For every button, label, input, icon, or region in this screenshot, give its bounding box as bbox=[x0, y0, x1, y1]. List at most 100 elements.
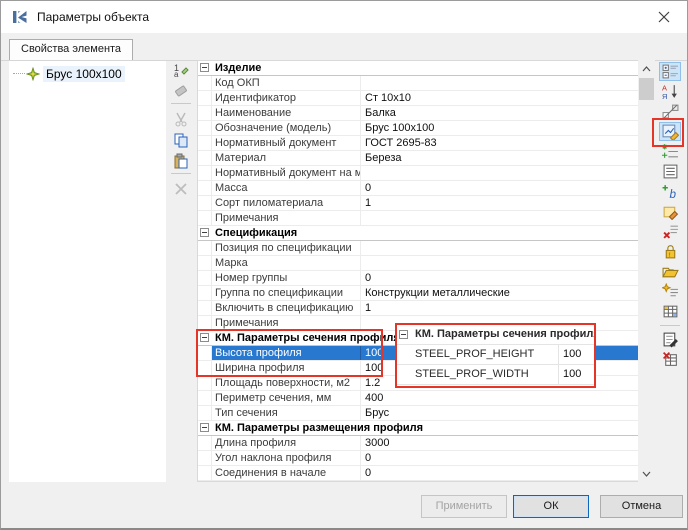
grid-property-row[interactable]: Группа по спецификацииКонструкции металл… bbox=[198, 286, 638, 301]
delete-table-icon[interactable] bbox=[659, 350, 681, 369]
row-expander-cell bbox=[198, 301, 212, 315]
copy-icon[interactable] bbox=[171, 131, 191, 149]
row-expander-cell bbox=[198, 76, 212, 90]
property-value[interactable] bbox=[361, 166, 638, 180]
grid-property-row[interactable]: Длина профиля3000 bbox=[198, 436, 638, 451]
edit-attribute-icon[interactable] bbox=[659, 202, 681, 221]
property-value[interactable]: 0 bbox=[361, 181, 638, 195]
row-expander-cell[interactable] bbox=[198, 421, 212, 435]
property-label: Код ОКП bbox=[212, 76, 361, 90]
row-expander-cell bbox=[198, 271, 212, 285]
tab-element-properties[interactable]: Свойства элемента bbox=[9, 39, 133, 60]
property-value[interactable] bbox=[361, 76, 638, 90]
property-value[interactable]: 0 bbox=[361, 271, 638, 285]
insert-table-icon[interactable] bbox=[659, 302, 681, 321]
delete-icon[interactable] bbox=[171, 180, 191, 198]
collapse-minus-icon[interactable] bbox=[200, 63, 209, 72]
tag-icon[interactable] bbox=[171, 82, 191, 100]
row-expander-cell bbox=[198, 121, 212, 135]
lock-icon[interactable]: ! bbox=[659, 242, 681, 261]
property-value[interactable]: 400 bbox=[361, 391, 638, 405]
annotation-overlay-grid: КМ. Параметры сечения профиляSTEEL_PROF_… bbox=[395, 323, 596, 388]
property-value[interactable]: 0 bbox=[361, 451, 638, 465]
toolbar-divider bbox=[660, 325, 680, 326]
edit-table-icon[interactable] bbox=[659, 330, 681, 349]
ok-button[interactable]: ОК bbox=[513, 495, 589, 518]
grid-property-row[interactable]: Включить в спецификацию1 bbox=[198, 301, 638, 316]
close-button[interactable] bbox=[641, 1, 687, 33]
property-label: Примечания bbox=[212, 211, 361, 225]
property-value[interactable] bbox=[361, 256, 638, 270]
grid-property-row[interactable]: Тип сеченияБрус bbox=[198, 406, 638, 421]
grid-property-row[interactable]: Угол наклона профиля0 bbox=[198, 451, 638, 466]
grid-property-row[interactable]: Масса0 bbox=[198, 181, 638, 196]
grid-property-row[interactable]: Соединения в начале0 bbox=[198, 466, 638, 481]
scroll-up-icon[interactable] bbox=[638, 60, 655, 77]
property-value[interactable]: ГОСТ 2695-83 bbox=[361, 136, 638, 150]
property-value[interactable]: Конструкции металлические bbox=[361, 286, 638, 300]
overlay-property-value: 100 bbox=[558, 345, 594, 364]
property-value[interactable]: Брус 100x100 bbox=[361, 121, 638, 135]
grid-property-row[interactable]: Марка bbox=[198, 256, 638, 271]
scroll-down-icon[interactable] bbox=[638, 465, 655, 482]
grid-section-row[interactable]: КМ. Параметры размещения профиля bbox=[198, 421, 638, 436]
cancel-button[interactable]: Отмена bbox=[600, 495, 683, 518]
grid-property-row[interactable]: Номер группы0 bbox=[198, 271, 638, 286]
sort-alphabetical-icon[interactable]: АЯ bbox=[659, 82, 681, 101]
property-value[interactable]: 1 bbox=[361, 301, 638, 315]
scrollbar-thumb[interactable] bbox=[639, 78, 654, 100]
property-value[interactable]: Брус bbox=[361, 406, 638, 420]
grid-property-row[interactable]: НаименованиеБалка bbox=[198, 106, 638, 121]
row-expander-cell bbox=[198, 451, 212, 465]
grid-property-row[interactable]: ИдентификаторСт 10x10 bbox=[198, 91, 638, 106]
grid-section-row[interactable]: Изделие bbox=[198, 61, 638, 76]
property-value[interactable]: 3000 bbox=[361, 436, 638, 450]
grid-property-row[interactable]: Обозначение (модель)Брус 100x100 bbox=[198, 121, 638, 136]
property-value[interactable]: 0 bbox=[361, 466, 638, 480]
grid-property-row[interactable]: МатериалБереза bbox=[198, 151, 638, 166]
row-expander-cell[interactable] bbox=[198, 61, 212, 75]
property-label: Обозначение (модель) bbox=[212, 121, 361, 135]
apply-button[interactable]: Применить bbox=[421, 495, 507, 518]
property-label: Примечания bbox=[212, 316, 361, 330]
property-label: Позиция по спецификации bbox=[212, 241, 361, 255]
grid-section-row[interactable]: Спецификация bbox=[198, 226, 638, 241]
grid-property-row[interactable]: Позиция по спецификации bbox=[198, 241, 638, 256]
row-expander-cell bbox=[198, 151, 212, 165]
row-expander-cell bbox=[198, 286, 212, 300]
property-value[interactable]: 1 bbox=[361, 196, 638, 210]
annotation-box-toolbar-icon bbox=[652, 118, 684, 147]
paste-icon[interactable] bbox=[171, 152, 191, 170]
overlay-property-label: STEEL_PROF_HEIGHT bbox=[412, 345, 558, 364]
delete-attribute-icon[interactable] bbox=[659, 222, 681, 241]
overlay-property-row: STEEL_PROF_HEIGHT100 bbox=[397, 345, 594, 365]
attributes-list-icon[interactable] bbox=[659, 162, 681, 181]
categorized-view-icon[interactable] bbox=[659, 62, 681, 81]
grid-property-row[interactable]: Сорт пиломатериала1 bbox=[198, 196, 638, 211]
row-expander-cell[interactable] bbox=[198, 226, 212, 240]
library-icon[interactable] bbox=[659, 262, 681, 281]
row-expander-cell bbox=[397, 345, 412, 364]
property-value[interactable]: Балка bbox=[361, 106, 638, 120]
property-label: Соединения в начале bbox=[212, 466, 361, 480]
collapse-minus-icon[interactable] bbox=[200, 228, 209, 237]
overlay-section-title: КМ. Параметры сечения профиля bbox=[412, 325, 594, 344]
property-value[interactable] bbox=[361, 241, 638, 255]
grid-property-row[interactable]: Нормативный документ на материал bbox=[198, 166, 638, 181]
tree-item-brus[interactable]: Брус 100x100 bbox=[9, 64, 166, 83]
new-object-icon[interactable] bbox=[659, 282, 681, 301]
row-expander-cell bbox=[198, 166, 212, 180]
add-attribute-icon[interactable]: b bbox=[659, 182, 681, 201]
collapse-minus-icon[interactable] bbox=[200, 423, 209, 432]
svg-text:b: b bbox=[669, 188, 676, 200]
property-value[interactable]: Береза bbox=[361, 151, 638, 165]
section-title: Изделие bbox=[212, 61, 638, 75]
grid-property-row[interactable]: Периметр сечения, мм400 bbox=[198, 391, 638, 406]
grid-property-row[interactable]: Нормативный документГОСТ 2695-83 bbox=[198, 136, 638, 151]
property-value[interactable]: Ст 10x10 bbox=[361, 91, 638, 105]
cut-icon[interactable] bbox=[171, 110, 191, 128]
grid-property-row[interactable]: Код ОКП bbox=[198, 76, 638, 91]
grid-property-row[interactable]: Примечания bbox=[198, 211, 638, 226]
rename-icon[interactable]: 1a bbox=[171, 61, 191, 79]
property-value[interactable] bbox=[361, 211, 638, 225]
